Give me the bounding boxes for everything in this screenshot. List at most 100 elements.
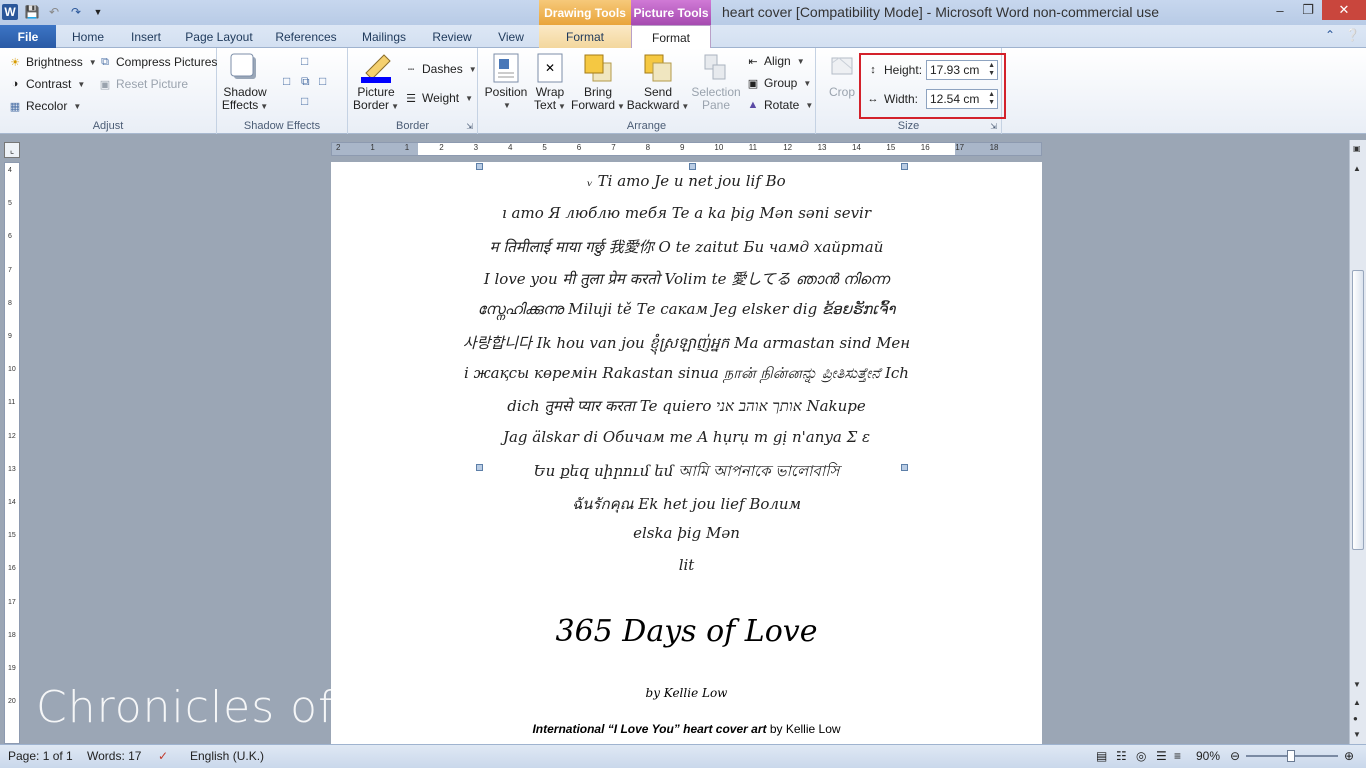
spin-up-icon[interactable]: ▲ <box>988 62 995 70</box>
nudge-shadow-right-icon[interactable]: □ <box>319 74 326 88</box>
save-icon[interactable]: 💾 <box>24 4 40 20</box>
previous-page-icon[interactable]: ▲ <box>1353 698 1361 707</box>
heart-text-line: ı amo Я люблю тебя Te a ka þig Mən səni … <box>501 204 872 222</box>
tab-home[interactable]: Home <box>60 25 116 48</box>
resize-handle[interactable] <box>476 163 483 170</box>
nudge-shadow-up-icon[interactable]: □ <box>301 54 308 68</box>
height-input[interactable]: 17.93 cm ▲ ▼ <box>926 60 998 80</box>
nudge-shadow-left-icon[interactable]: □ <box>283 74 290 88</box>
undo-icon[interactable]: ↶ <box>46 4 62 20</box>
heart-text-line: Ես քեզ սիրում եմ আমি আপনাকে ভালোবাসি <box>533 462 840 480</box>
book-title[interactable]: 365 Days of Love <box>331 614 1042 649</box>
browse-object-icon[interactable]: ● <box>1353 714 1358 723</box>
nudge-shadow-down-icon[interactable]: □ <box>301 94 308 108</box>
width-spinner[interactable]: ▲ ▼ <box>988 91 995 107</box>
tab-file[interactable]: File <box>0 25 56 48</box>
weight-button[interactable]: ☰ Weight ▼ <box>404 91 473 105</box>
heart-text-line: ฉันรักคุณ Ek het jou lief Волим <box>571 495 802 513</box>
scroll-thumb[interactable] <box>1352 270 1364 550</box>
word-count[interactable]: Words: 17 <box>87 749 141 763</box>
heart-text-line: ᵥ Ti amo Je u net jou lif Bo <box>587 172 786 190</box>
resize-handle[interactable] <box>901 163 908 170</box>
ruler-tick-label: 17 <box>955 143 965 152</box>
picture-border-button[interactable]: Picture Border ▼ <box>353 52 399 113</box>
position-button[interactable]: Position ▼ <box>482 52 530 112</box>
vertical-scrollbar[interactable]: ▣ ▲ ▼ ▲ ● ▼ <box>1349 140 1366 744</box>
full-screen-reading-icon[interactable]: ☷ <box>1116 749 1127 763</box>
shadow-toggle-icon[interactable]: ⧉ <box>301 74 310 89</box>
dashes-label: Dashes <box>422 62 463 76</box>
compress-pictures-button[interactable]: ⧉ Compress Pictures <box>98 55 217 69</box>
customize-toolbar-icon[interactable]: ▼ <box>90 4 106 20</box>
draft-view-icon[interactable]: ≡ <box>1174 749 1181 763</box>
dialog-launcher-icon[interactable]: ⇲ <box>466 122 473 131</box>
tab-mailings[interactable]: Mailings <box>350 25 418 48</box>
zoom-out-icon[interactable]: ⊖ <box>1230 749 1240 763</box>
horizontal-ruler[interactable]: 2 1 1 2 3 4 5 6 7 8 9 10 11 12 13 14 15 16 17 18 <box>331 142 1042 156</box>
zoom-level[interactable]: 90% <box>1196 749 1220 763</box>
group-button[interactable]: ▣ Group ▼ <box>746 76 811 90</box>
brightness-button[interactable]: ☀ Brightness ▼ <box>8 55 97 69</box>
web-layout-icon[interactable]: ◎ <box>1136 749 1146 763</box>
dialog-launcher-icon[interactable]: ⇲ <box>990 122 997 131</box>
selection-pane-button[interactable]: Selection Pane <box>690 52 742 112</box>
spin-down-icon[interactable]: ▼ <box>988 99 995 107</box>
tab-selector[interactable]: ⌞ <box>4 142 20 158</box>
ruler-tick-label: 4 <box>508 143 513 152</box>
tab-references[interactable]: References <box>266 25 346 48</box>
scroll-up-icon[interactable]: ▲ <box>1353 164 1361 173</box>
shadow-effects-icon <box>229 52 261 84</box>
group-label-border: Border <box>395 120 430 132</box>
tab-view[interactable]: View <box>486 25 536 48</box>
spin-down-icon[interactable]: ▼ <box>988 70 995 78</box>
send-backward-button[interactable]: Send Backward ▼ <box>627 52 689 113</box>
scroll-down-icon[interactable]: ▼ <box>1353 680 1361 689</box>
shadow-effects-button[interactable]: Shadow Effects ▼ <box>222 52 268 113</box>
dashes-button[interactable]: ┄ Dashes ▼ <box>404 62 477 76</box>
sun-icon: ☀ <box>10 56 20 69</box>
bring-forward-button[interactable]: Bring Forward ▼ <box>571 52 625 113</box>
align-button[interactable]: ⇤ Align ▼ <box>746 54 804 68</box>
pencil-icon <box>360 52 392 84</box>
page-count[interactable]: Page: 1 of 1 <box>8 749 73 763</box>
rotate-button[interactable]: ▲ Rotate ▼ <box>746 98 814 112</box>
contrast-button[interactable]: ◑ Contrast ▼ <box>8 77 86 91</box>
document-page[interactable]: ᵥ Ti amo Je u net jou lif Bo ı amo Я любл… <box>331 162 1042 744</box>
compress-label: Compress Pictures <box>116 55 218 69</box>
minimize-ribbon-icon[interactable]: ⌃ <box>1325 28 1335 42</box>
outline-view-icon[interactable]: ☰ <box>1156 749 1167 763</box>
crop-button[interactable]: Crop <box>824 52 860 99</box>
tab-drawing-format[interactable]: Format <box>539 25 631 48</box>
ruler-tick-label: 10 <box>8 366 16 374</box>
ruler-tick-label: 20 <box>8 698 16 706</box>
ruler-tick-label: 1 <box>370 143 375 152</box>
help-icon[interactable]: ❔ <box>1345 28 1360 42</box>
wrap-text-button[interactable]: ✕ Wrap Text ▼ <box>530 52 570 113</box>
selection-label-2: Pane <box>701 98 731 112</box>
width-input[interactable]: 12.54 cm ▲ ▼ <box>926 89 998 109</box>
restore-button[interactable]: ❐ <box>1294 0 1322 20</box>
tab-insert[interactable]: Insert <box>118 25 174 48</box>
zoom-slider-handle[interactable] <box>1287 750 1295 762</box>
tab-review[interactable]: Review <box>422 25 482 48</box>
vertical-ruler[interactable]: 4 5 6 7 8 9 10 11 12 13 14 15 16 17 18 19 20 <box>4 162 20 744</box>
height-spinner[interactable]: ▲ ▼ <box>988 62 995 78</box>
recolor-button[interactable]: ▦ Recolor ▼ <box>8 99 81 113</box>
word-app-icon[interactable]: W <box>2 4 18 20</box>
tab-page-layout[interactable]: Page Layout <box>176 25 262 48</box>
resize-handle[interactable] <box>689 163 696 170</box>
language[interactable]: English (U.K.) <box>190 749 264 763</box>
close-button[interactable]: ✕ <box>1322 0 1366 20</box>
redo-icon[interactable]: ↷ <box>68 4 84 20</box>
tab-picture-format[interactable]: Format <box>631 25 711 49</box>
zoom-in-icon[interactable]: ⊕ <box>1344 749 1354 763</box>
minimize-button[interactable]: – <box>1266 0 1294 20</box>
drawing-tools-header: Drawing Tools <box>539 0 631 25</box>
spin-up-icon[interactable]: ▲ <box>988 91 995 99</box>
print-layout-view-icon[interactable]: ▤ <box>1096 749 1107 763</box>
ruler-toggle-icon[interactable]: ▣ <box>1353 144 1361 153</box>
reset-picture-button[interactable]: ▣ Reset Picture <box>98 77 188 91</box>
align-label: Align <box>764 54 791 68</box>
next-page-icon[interactable]: ▼ <box>1353 730 1361 739</box>
proofing-icon[interactable]: ✓ <box>158 749 168 763</box>
